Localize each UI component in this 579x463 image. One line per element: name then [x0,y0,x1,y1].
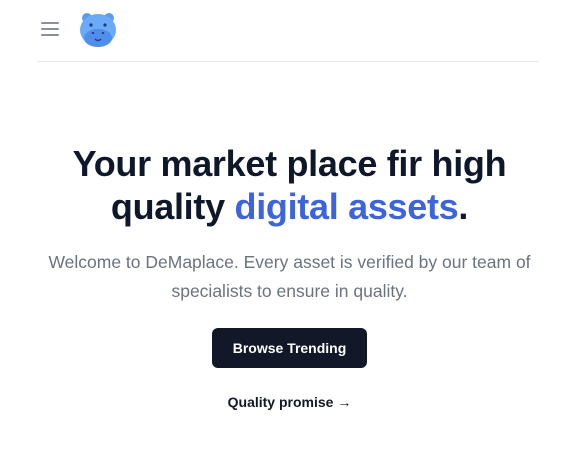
headline-end-text: . [458,186,469,227]
quality-promise-link[interactable]: Quality promise → [228,394,352,410]
hippo-logo-icon[interactable] [77,10,119,50]
hero-subtitle: Welcome to DeMaplace. Every asset is ver… [48,252,531,301]
quality-promise-row: Quality promise → [0,394,579,412]
browse-trending-button[interactable]: Browse Trending [211,328,368,368]
hero-headline: Your market place fir high quality digit… [30,142,550,228]
hamburger-menu-icon[interactable] [40,19,60,39]
hippo-logo-svg [80,13,116,47]
headline-accent-text: digital assets [234,186,459,227]
hero-section: Your market place fir high quality digit… [0,142,579,412]
site-header [38,8,538,62]
